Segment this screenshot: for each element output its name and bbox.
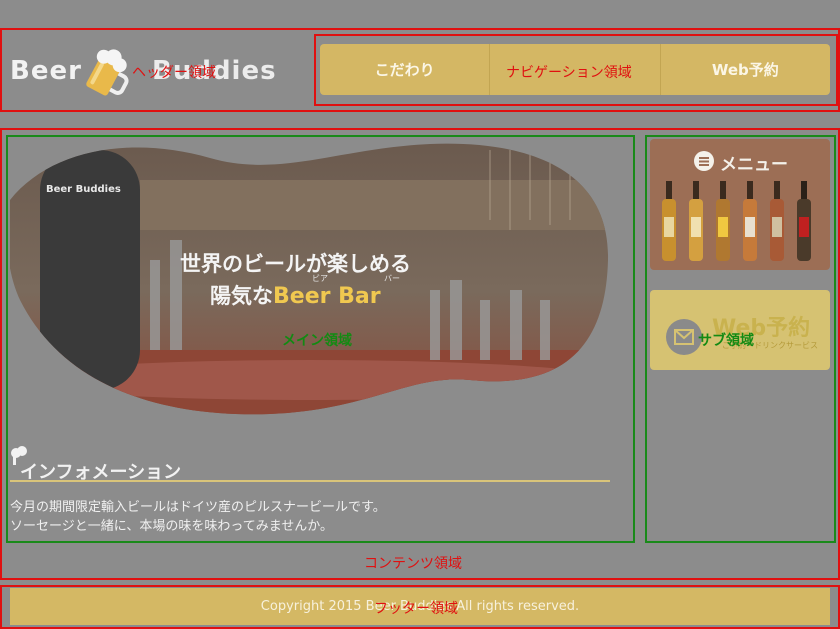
main-region-label: メイン領域 (282, 333, 352, 349)
menu-banner[interactable]: メニュー (650, 139, 830, 270)
logo-word-beer: Beer (10, 56, 82, 86)
header-region-label: ヘッダー領域 (132, 65, 216, 81)
hero-brand-text: Beer Buddies (46, 184, 121, 195)
hero-title-line2: 陽気なBeer Bar (210, 280, 381, 310)
hero-title-prefix: 陽気な (210, 284, 273, 308)
hero-title-line1: 世界のビールが楽しめる (180, 252, 411, 276)
mail-icon (666, 319, 702, 355)
nav-region-label: ナビゲーション領域 (506, 65, 632, 81)
list-icon (694, 151, 714, 171)
beer-mug-icon (86, 49, 129, 96)
nav-item-web-reservation[interactable]: Web予約 (661, 44, 830, 95)
info-line-2: ソーセージと一緒に、本場の味を味わってみませんか。 (10, 519, 334, 534)
info-line-1: 今月の期間限定輸入ビールはドイツ産のピルスナービールです。 (10, 500, 386, 515)
beer-bottles-icon (662, 181, 811, 261)
footer-region-label: フッター領域 (374, 601, 458, 617)
sub-region-label: サブ領域 (698, 333, 754, 349)
content-region-label: コンテンツ領域 (364, 556, 462, 572)
hero-title-highlight: Beer Bar (273, 284, 381, 309)
menu-banner-title: メニュー (720, 155, 788, 175)
nav-item-kodawari[interactable]: こだわり (320, 44, 491, 95)
info-body: 今月の期間限定輸入ビールはドイツ産のピルスナービールです。 ソーセージと一緒に、… (10, 498, 386, 536)
info-divider (10, 480, 610, 482)
